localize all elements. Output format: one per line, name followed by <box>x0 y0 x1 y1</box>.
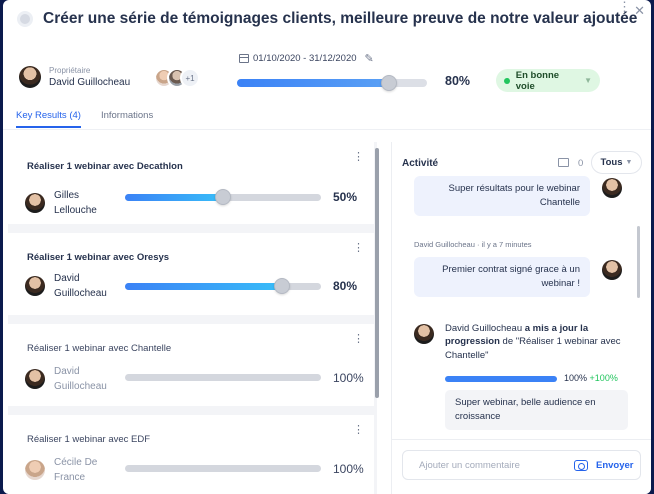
update-progress-label: 100% <box>564 373 588 383</box>
key-result-progress-value: 50% <box>333 190 358 204</box>
comment-bubble: Super résultats pour le webinar Chantell… <box>414 176 590 216</box>
key-result-owner: Gilles Lellouche <box>25 188 122 218</box>
key-result-progress-handle[interactable] <box>273 278 290 294</box>
key-result-progress-bar[interactable] <box>125 374 321 381</box>
chevron-down-icon: ▼ <box>584 76 592 85</box>
key-result-card[interactable]: Réaliser 1 webinar avec Chantelle ⋮ Davi… <box>8 324 374 406</box>
tab-informations[interactable]: Informations <box>101 110 153 128</box>
key-result-card[interactable]: Réaliser 1 webinar avec Oresys ⋮ David G… <box>8 233 374 315</box>
more-options-icon[interactable]: ⋮ <box>353 425 364 436</box>
key-result-card[interactable]: Réaliser 1 webinar avec Decathlon ⋮ Gill… <box>8 142 374 224</box>
comment-input[interactable] <box>419 460 569 471</box>
activity-filter-label: Tous <box>600 157 623 168</box>
key-result-title: Réaliser 1 webinar avec Oresys <box>27 252 170 263</box>
tabs: Key Results (4) Informations <box>16 110 153 128</box>
key-result-progress-bar[interactable] <box>125 189 321 205</box>
key-result-owner: David Guillocheau <box>25 364 122 394</box>
key-result-progress-value: 100% <box>333 462 364 476</box>
chevron-down-icon: ▼ <box>625 159 633 166</box>
update-comment: Super webinar, belle audience en croissa… <box>445 390 628 430</box>
activity-update: David Guillocheau a mis a jour la progre… <box>445 322 633 362</box>
status-dot-icon <box>504 77 510 84</box>
objective-progress-bar[interactable] <box>237 75 427 91</box>
date-range[interactable]: 01/10/2020 - 31/12/2020 ✎ <box>239 52 374 65</box>
owner-block[interactable]: Propriétaire David Guillocheau <box>19 66 130 88</box>
key-result-title: Réaliser 1 webinar avec Decathlon <box>27 161 183 172</box>
objective-progress-value: 80% <box>445 74 471 88</box>
status-label: En bonne voie <box>515 69 560 92</box>
camera-icon[interactable] <box>574 460 588 471</box>
objective-progress-fill <box>237 79 389 87</box>
objective-progress-handle[interactable] <box>381 75 397 91</box>
key-result-progress-fill <box>125 283 282 290</box>
objective-status-icon[interactable] <box>17 11 33 27</box>
key-results-scrollbar[interactable] <box>375 148 379 398</box>
avatar <box>25 369 45 389</box>
tabs-divider <box>3 129 651 130</box>
owner-name: David Guillocheau <box>49 77 131 88</box>
key-result-title: Réaliser 1 webinar avec Chantelle <box>27 343 172 354</box>
avatar <box>25 460 45 480</box>
more-options-icon[interactable]: ⋮ <box>353 152 364 163</box>
date-range-text: 01/10/2020 - 31/12/2020 <box>253 53 357 64</box>
image-count: 0 <box>578 158 584 169</box>
key-result-owner-name: David Guillocheau <box>54 366 107 392</box>
key-result-owner: David Guillocheau <box>25 271 122 301</box>
extra-members-badge: +1 <box>180 68 200 88</box>
comment-box: Envoyer <box>402 450 641 480</box>
key-result-progress-bar[interactable] <box>125 465 321 472</box>
calendar-icon <box>239 54 249 63</box>
avatar <box>414 324 434 344</box>
key-result-progress-fill <box>125 194 223 201</box>
activity-filter-dropdown[interactable]: Tous ▼ <box>591 151 642 174</box>
key-result-owner-name: David Guillocheau <box>54 273 107 299</box>
key-result-progress-bar[interactable] <box>125 278 321 294</box>
page-title: Créer une série de témoignages clients, … <box>43 10 638 27</box>
key-result-owner-name: Gilles Lellouche <box>54 190 97 216</box>
comment-bubble: Premier contrat signé grace à un webinar… <box>414 257 590 297</box>
activity-scrollbar[interactable] <box>637 226 640 298</box>
key-result-progress-value: 100% <box>333 371 364 385</box>
key-result-card[interactable]: Réaliser 1 webinar avec EDF ⋮ Cécile De … <box>8 415 374 494</box>
activity-panel: Activité 0 Tous ▼ Super résultats pour l… <box>391 142 651 494</box>
key-result-progress-value: 80% <box>333 279 358 293</box>
comment-divider <box>392 439 651 440</box>
update-progress-bar <box>445 376 557 382</box>
title-row: Créer une série de témoignages clients, … <box>17 10 637 28</box>
avatar <box>25 193 45 213</box>
status-dropdown[interactable]: En bonne voie ▼ <box>496 69 600 92</box>
update-progress-delta: +100% <box>589 373 618 383</box>
activity-title: Activité <box>402 158 439 169</box>
pencil-icon[interactable]: ✎ <box>365 52 374 65</box>
key-results-list: Réaliser 1 webinar avec Decathlon ⋮ Gill… <box>8 142 377 494</box>
key-result-progress-handle[interactable] <box>215 189 231 205</box>
key-result-owner-name: Cécile De France <box>54 457 98 483</box>
members-avatars[interactable]: +1 <box>154 68 200 88</box>
avatar <box>25 276 45 296</box>
tab-key-results[interactable]: Key Results (4) <box>16 110 81 128</box>
owner-label: Propriétaire <box>49 66 91 75</box>
more-options-icon[interactable]: ⋮ <box>353 334 364 345</box>
owner-avatar <box>19 66 41 88</box>
comment-meta: David Guillocheau · il y a 7 minutes <box>414 240 532 249</box>
send-button[interactable]: Envoyer <box>596 460 634 471</box>
key-result-title: Réaliser 1 webinar avec EDF <box>27 434 151 445</box>
avatar <box>602 260 622 280</box>
more-options-icon[interactable]: ⋮ <box>353 243 364 254</box>
avatar <box>602 178 622 198</box>
image-icon[interactable] <box>558 158 569 167</box>
comment-text: Super résultats pour le webinar Chantell… <box>448 183 581 208</box>
objective-modal: ⋮ ✕ Créer une série de témoignages clien… <box>3 0 651 494</box>
update-author: David Guillocheau <box>445 323 523 334</box>
update-progress-value: 100% +100% <box>564 373 618 383</box>
key-result-owner: Cécile De France <box>25 455 122 485</box>
comment-text: Premier contrat signé grace à un webinar… <box>442 264 580 289</box>
